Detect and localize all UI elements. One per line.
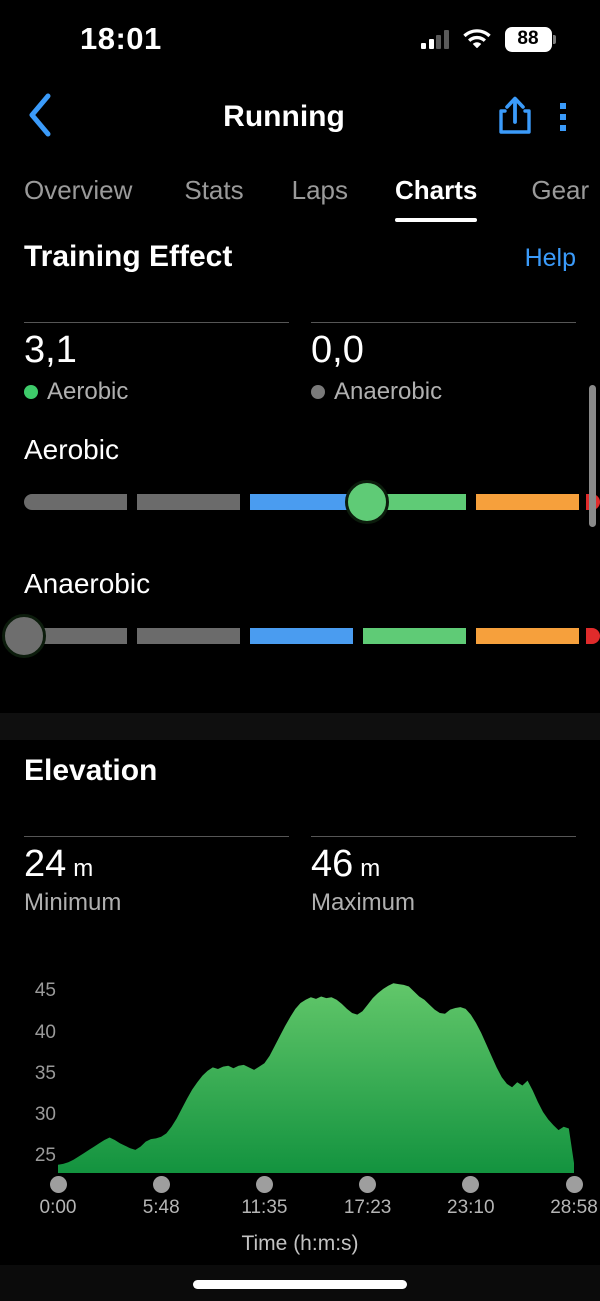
divider (24, 322, 289, 323)
elevation-stats: 24 m Minimum 46 m Maximum (0, 836, 600, 917)
x-axis-tick-label: 23:10 (447, 1196, 495, 1218)
y-axis-tick: 30 (34, 1104, 56, 1126)
share-button[interactable] (498, 95, 532, 140)
elevation-series (58, 983, 574, 1173)
aerobic-stat: 3,1 Aerobic (24, 322, 289, 406)
y-axis-tick: 45 (34, 980, 56, 1002)
minimum-value: 24 m (24, 843, 289, 885)
more-options-button[interactable] (556, 99, 570, 135)
aerobic-value: 3,1 (24, 329, 77, 371)
nav-actions (498, 95, 600, 140)
maximum-stat: 46 m Maximum (311, 836, 576, 917)
vertical-scrollbar[interactable] (589, 385, 596, 527)
tab-laps[interactable]: Laps (292, 158, 348, 222)
minimum-stat: 24 m Minimum (24, 836, 289, 917)
aerobic-slider[interactable] (24, 479, 600, 524)
tab-bar: Overview Stats Laps Charts Gear (0, 158, 600, 222)
x-axis-tick-label: 5:48 (142, 1196, 180, 1218)
slider-segment (585, 627, 600, 644)
divider (311, 836, 576, 837)
more-vertical-icon (560, 114, 566, 120)
anaerobic-label: Anaerobic (334, 377, 443, 405)
anaerobic-dot-icon (311, 384, 325, 399)
page-title: Running (223, 100, 345, 133)
more-vertical-icon (560, 103, 566, 109)
divider (24, 836, 289, 837)
x-axis-tick-label: 28:58 (550, 1196, 598, 1218)
elevation-header: Elevation (0, 754, 600, 788)
slider-segment (136, 493, 240, 510)
maximum-number: 46 (311, 843, 354, 885)
slider-segment (136, 627, 240, 644)
aerobic-label: Aerobic (47, 377, 129, 405)
slider-segment (249, 627, 353, 644)
x-axis-tick-dot (359, 1175, 377, 1193)
more-vertical-icon (560, 125, 566, 131)
status-bar: 18:01 88 (0, 0, 600, 78)
y-axis-tick: 40 (34, 1021, 56, 1043)
slider-segment (362, 627, 466, 644)
aerobic-slider-block: Aerobic (0, 434, 600, 524)
slider-segment (249, 493, 353, 510)
minimum-number: 24 (24, 843, 67, 885)
tab-overview[interactable]: Overview (24, 158, 132, 222)
maximum-label: Maximum (311, 888, 416, 916)
chevron-left-icon (26, 92, 54, 143)
slider-marker[interactable] (344, 479, 389, 524)
status-time: 18:01 (80, 21, 162, 56)
x-axis-tick-dot (152, 1175, 170, 1193)
battery-indicator: 88 (504, 26, 556, 52)
battery-tip-icon (553, 34, 556, 44)
training-effect-stats: 3,1 Aerobic 0,0 Anaerobic (0, 322, 600, 406)
training-effect-section: Training Effect Help 3,1 Aerobic 0,0 Ana… (0, 226, 600, 713)
maximum-value: 46 m (311, 843, 576, 885)
training-effect-header: Training Effect Help (0, 240, 600, 274)
y-axis-tick: 35 (34, 1062, 56, 1084)
tab-gear[interactable]: Gear (531, 158, 589, 222)
x-axis-tick-dot (255, 1175, 273, 1193)
elevation-area-plot (58, 983, 574, 1173)
slider-segment (476, 627, 580, 644)
maximum-unit: m (360, 855, 381, 882)
x-axis-tick-label: 17:23 (343, 1196, 392, 1218)
section-title: Elevation (24, 754, 158, 787)
x-axis-tick-dot (49, 1175, 67, 1193)
status-indicators: 88 (421, 26, 556, 53)
anaerobic-slider-block: Anaerobic (0, 568, 600, 658)
aerobic-legend: Aerobic (24, 378, 289, 406)
minimum-label: Minimum (24, 888, 122, 916)
help-link[interactable]: Help (525, 244, 576, 273)
x-axis-tick-label: 0:00 (39, 1196, 77, 1218)
y-axis-tick: 25 (34, 1145, 56, 1167)
anaerobic-value: 0,0 (311, 329, 364, 371)
x-axis-tick-dot (565, 1175, 583, 1193)
anaerobic-stat: 0,0 Anaerobic (311, 322, 576, 406)
x-axis-tick-label: 11:35 (241, 1196, 288, 1218)
slider-segment (476, 493, 580, 510)
nav-bar: Running (0, 78, 600, 156)
anaerobic-slider-label: Anaerobic (24, 567, 151, 599)
home-indicator-area (0, 1265, 600, 1301)
slider-segment (24, 493, 128, 510)
divider (311, 322, 576, 323)
elevation-section: Elevation 24 m Minimum 46 m Maximum 25 30 35… (0, 740, 600, 1265)
x-axis-title: Time (h:m:s) (241, 1232, 359, 1255)
elevation-chart[interactable]: 25 30 35 40 45 0:00 5:48 11:35 17:23 23:10 28:58 (0, 961, 600, 1221)
back-button[interactable] (0, 92, 80, 143)
home-indicator[interactable] (193, 1280, 407, 1289)
app-screen: 18:01 88 Running Overview Stats Laps Cha… (0, 0, 600, 1301)
wifi-icon (462, 26, 492, 53)
tab-charts[interactable]: Charts (395, 158, 478, 222)
cellular-signal-icon (421, 29, 449, 49)
section-divider (0, 713, 600, 740)
anaerobic-legend: Anaerobic (311, 378, 576, 406)
aerobic-dot-icon (24, 384, 38, 399)
battery-level: 88 (504, 26, 552, 52)
slider-marker[interactable] (2, 613, 46, 658)
minimum-unit: m (73, 855, 94, 882)
tab-stats[interactable]: Stats (184, 158, 243, 222)
aerobic-slider-label: Aerobic (24, 433, 119, 465)
anaerobic-slider[interactable] (2, 613, 600, 658)
section-title: Training Effect (24, 240, 233, 273)
